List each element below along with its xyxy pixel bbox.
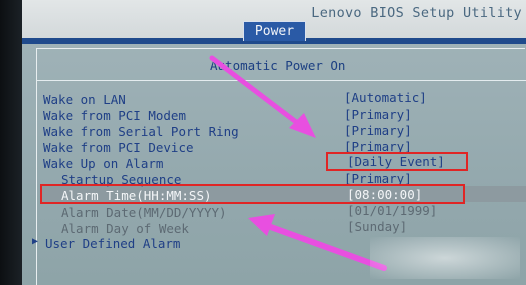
annotation-arrow-lower: [248, 214, 387, 271]
watermark-blur: [370, 237, 520, 279]
annotation-arrow-upper: [209, 55, 316, 138]
bios-screen: Lenovo BIOS Setup Utility Power Automati…: [0, 0, 526, 285]
